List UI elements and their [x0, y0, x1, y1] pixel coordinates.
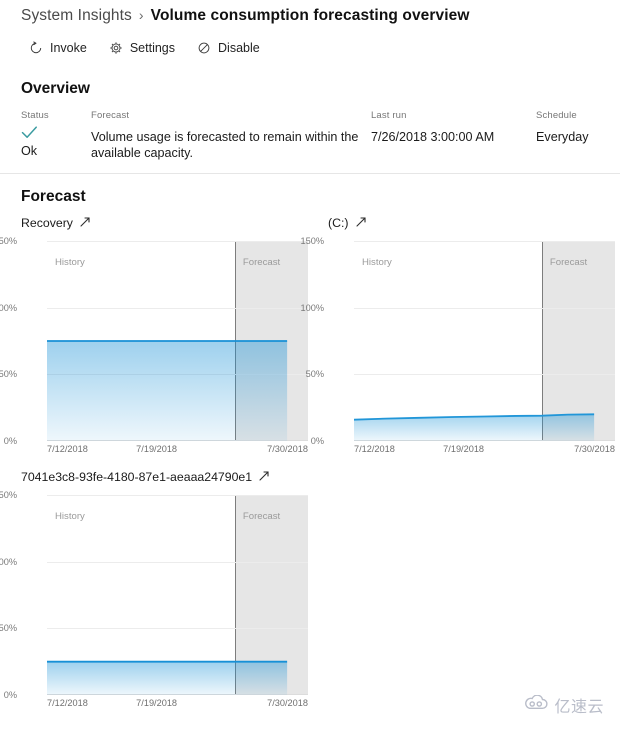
x-axis-tick-label: 7/30/2018	[574, 444, 615, 454]
y-axis-tick-label: 50%	[0, 623, 17, 634]
breadcrumb-root-link[interactable]: System Insights	[21, 7, 132, 25]
overview-status-column: Status Ok	[21, 110, 91, 158]
watermark: 亿速云	[523, 693, 604, 717]
y-axis-tick-label: 100%	[300, 302, 325, 313]
settings-button[interactable]: Settings	[109, 41, 175, 55]
page-title: Volume consumption forecasting overview	[150, 7, 470, 24]
y-axis-tick-label: 0%	[3, 690, 17, 700]
x-axis-tick-label: 7/30/2018	[267, 444, 308, 454]
y-axis-tick-label: 150%	[0, 236, 17, 246]
chart-header[interactable]: Recovery	[21, 214, 308, 232]
chart-plot-recovery: 0% 50% 100% 150% HistoryForecast 7/12/2018 7/1…	[0, 236, 308, 459]
plot-area: History Forecast	[47, 241, 308, 441]
data-series	[47, 495, 308, 695]
forecast-value: Volume usage is forecasted to remain wit…	[91, 130, 359, 160]
x-axis-tick-label: 7/12/2018	[354, 444, 395, 454]
x-axis-tick-label: 7/30/2018	[267, 698, 308, 708]
x-axis-tick-label: 7/12/2018	[47, 698, 88, 708]
overview-grid: Status Ok Forecast Volume usage is forec…	[21, 110, 601, 165]
last-run-value: 7/26/2018 3:00:00 AM	[371, 130, 495, 144]
chart-header[interactable]: (C:)	[328, 214, 615, 232]
chart-header[interactable]: 7041e3c8-93fe-4180-87e1-aeaaa24790e1	[21, 468, 308, 486]
status-label: Status	[21, 110, 49, 121]
forecast-heading: Forecast	[21, 188, 86, 205]
invoke-label: Invoke	[50, 41, 87, 55]
chart-card-guid-volume: 7041e3c8-93fe-4180-87e1-aeaaa24790e1 0% 5…	[0, 468, 308, 713]
chart-title: Recovery	[21, 216, 73, 230]
series-area	[47, 661, 288, 695]
chart-card-c-drive: (C:) 0% 50% 100% 150% History Forecast 7/12/20…	[301, 214, 615, 459]
y-axis-tick-label: 150%	[300, 236, 325, 246]
data-series	[47, 241, 308, 441]
overview-lastrun-column: Last run 7/26/2018 3:00:00 AM	[371, 110, 531, 146]
series-area	[47, 341, 288, 441]
y-axis-tick-label: 100%	[0, 302, 17, 313]
command-bar: Invoke Settings Disable	[29, 41, 260, 55]
chart-plot-c-drive: 0% 50% 100% 150% History Forecast 7/12/2018 7/1…	[301, 236, 615, 459]
y-axis-tick-label: 50%	[305, 369, 324, 380]
expand-arrow-icon[interactable]	[258, 470, 270, 485]
cloud-icon	[523, 693, 549, 716]
forecast-label: Forecast	[91, 110, 130, 121]
x-axis-tick-label: 7/19/2018	[136, 444, 178, 454]
expand-arrow-icon[interactable]	[355, 216, 367, 231]
overview-heading: Overview	[21, 80, 90, 97]
overview-schedule-column: Schedule Everyday	[536, 110, 620, 146]
invoke-button[interactable]: Invoke	[29, 41, 87, 55]
breadcrumb-separator-icon: ›	[138, 7, 144, 23]
overview-forecast-column: Forecast Volume usage is forecasted to r…	[91, 110, 361, 161]
disable-button[interactable]: Disable	[197, 41, 260, 55]
prohibition-icon	[197, 41, 211, 55]
chart-title: 7041e3c8-93fe-4180-87e1-aeaaa24790e1	[21, 470, 253, 484]
chart-card-recovery: Recovery 0% 50% 100% 150% HistoryForecast 7/1…	[0, 214, 308, 459]
disable-label: Disable	[218, 41, 260, 55]
checkmark-icon	[21, 125, 91, 141]
y-axis-tick-label: 50%	[0, 369, 17, 380]
expand-arrow-icon[interactable]	[79, 216, 91, 231]
plot-area: History Forecast	[47, 495, 308, 695]
x-axis-tick-label: 7/12/2018	[47, 444, 88, 454]
section-divider	[0, 173, 620, 174]
breadcrumb: System Insights › Volume consumption for…	[21, 7, 470, 25]
data-series	[354, 241, 615, 441]
settings-label: Settings	[129, 41, 176, 55]
plot-area: History Forecast	[354, 241, 615, 441]
schedule-label: Schedule	[536, 110, 577, 121]
y-axis-tick-label: 0%	[310, 436, 324, 446]
last-run-label: Last run	[371, 110, 407, 121]
status-badge: Ok	[21, 144, 38, 158]
chart-title: (C:)	[328, 216, 349, 230]
x-axis-tick-label: 7/19/2018	[136, 698, 178, 708]
schedule-value: Everyday	[536, 130, 589, 144]
refresh-icon	[29, 41, 43, 55]
chart-plot-guid-volume: 0% 50% 100% 150% HistoryForecast 7/12/2018 7/1…	[0, 490, 308, 713]
gear-icon	[109, 41, 123, 55]
watermark-text: 亿速云	[554, 699, 604, 716]
x-axis-tick-label: 7/19/2018	[443, 444, 485, 454]
y-axis-tick-label: 150%	[0, 490, 17, 500]
y-axis-tick-label: 0%	[3, 436, 17, 446]
y-axis-tick-label: 100%	[0, 556, 17, 567]
